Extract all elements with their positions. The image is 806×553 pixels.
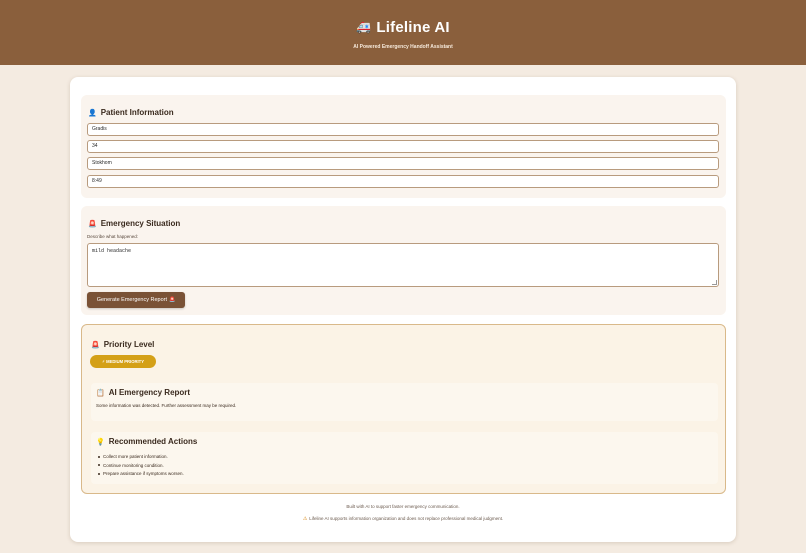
app-title: 🚑 Lifeline AI [0, 19, 806, 36]
list-item: Prepare assistance if symptoms worsen. [96, 471, 184, 480]
actions-list: Collect more patient information. Contin… [96, 454, 184, 480]
actions-block: 💡 Recommended Actions Collect more patien… [91, 432, 718, 484]
priority-badge-text: MEDIUM PRIORITY [106, 359, 145, 364]
app-subtitle: AI Powered Emergency Handoff Assistant [353, 44, 453, 50]
siren-icon: 🚨 [91, 342, 100, 349]
list-item: Collect more patient information. [96, 454, 184, 463]
resize-handle[interactable] [712, 280, 717, 285]
actions-title: 💡 Recommended Actions [96, 437, 197, 446]
emergency-section: 🚨 Emergency Situation Describe what happe… [81, 206, 726, 315]
lightbulb-icon: 💡 [96, 439, 105, 446]
patient-section-title: 👤 Patient Information [88, 108, 174, 117]
warning-icon: ⚡ [101, 359, 105, 364]
priority-title-text: Priority Level [103, 340, 155, 349]
report-block: 📋 AI Emergency Report Some information wa… [91, 383, 718, 421]
report-title: 📋 AI Emergency Report [96, 388, 190, 397]
footer-disclaimer: ⚠ Lifeline AI supports information organi… [70, 516, 736, 522]
clipboard-icon: 📋 [96, 390, 105, 397]
person-icon: 👤 [88, 110, 97, 117]
app-title-text: Lifeline AI [376, 19, 450, 36]
actions-title-text: Recommended Actions [108, 437, 198, 446]
generate-button-label: Generate Emergency Report [96, 297, 168, 303]
warning-icon: ⚠ [302, 516, 308, 522]
app-header: 🚑 Lifeline AI AI Powered Emergency Handof… [0, 0, 806, 65]
generate-report-button[interactable]: Generate Emergency Report 🚨 [87, 292, 185, 308]
patient-time-field[interactable]: 8:49 [87, 175, 719, 188]
siren-icon: 🚨 [88, 221, 97, 228]
list-item: Continue monitoring condition. [96, 463, 184, 472]
footer-tagline: Built with AI to support faster emergenc… [346, 504, 460, 509]
description-textarea[interactable]: mild headache [87, 243, 719, 287]
priority-badge: ⚡ MEDIUM PRIORITY [90, 355, 156, 368]
emergency-title-text: Emergency Situation [100, 219, 181, 228]
results-panel: 🚨 Priority Level ⚡ MEDIUM PRIORITY 📋 AI Em… [81, 324, 726, 494]
siren-icon: 🚨 [169, 297, 176, 303]
emergency-section-title: 🚨 Emergency Situation [88, 219, 180, 228]
main-card: 👤 Patient Information Gradis 34 Stokhom 8… [70, 77, 736, 542]
patient-location-field[interactable]: Stokhom [87, 157, 719, 170]
patient-section: 👤 Patient Information Gradis 34 Stokhom 8… [81, 95, 726, 198]
priority-title: 🚨 Priority Level [91, 340, 154, 349]
patient-title-text: Patient Information [100, 108, 174, 117]
report-text: Some information was detected. Further a… [96, 403, 237, 408]
report-title-text: AI Emergency Report [108, 388, 191, 397]
description-hint: Describe what happened: [87, 234, 139, 239]
footer-disclaimer-text: Lifeline AI supports information organiz… [309, 516, 504, 521]
ambulance-icon: 🚑 [356, 20, 372, 34]
description-text: mild headache [92, 248, 132, 254]
patient-age-field[interactable]: 34 [87, 140, 719, 153]
patient-name-field[interactable]: Gradis [87, 123, 719, 136]
